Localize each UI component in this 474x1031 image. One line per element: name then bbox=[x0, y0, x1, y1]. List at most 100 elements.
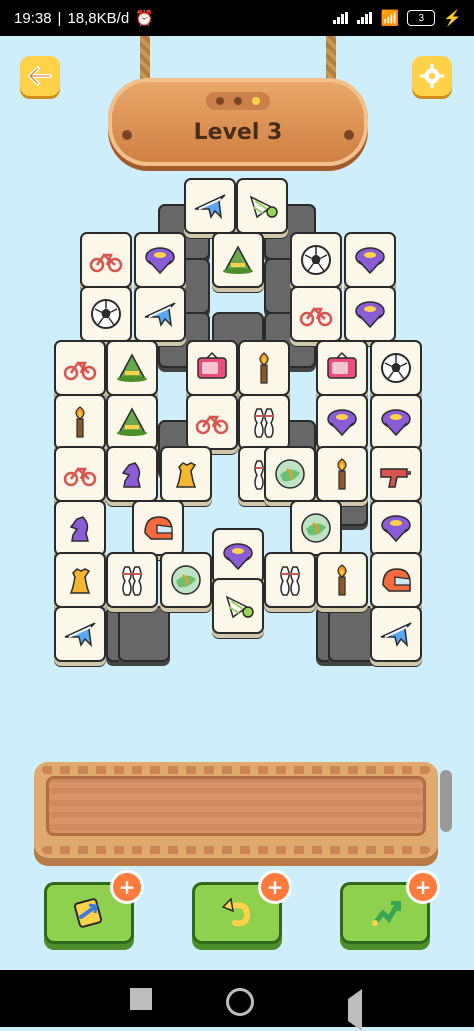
marble-icon bbox=[301, 513, 331, 543]
undo-button[interactable]: + bbox=[192, 870, 292, 944]
bicycle-icon bbox=[63, 361, 97, 381]
tile-toy-gun[interactable] bbox=[370, 446, 422, 502]
witch-hat-icon bbox=[117, 353, 147, 382]
game-board: Level 3 + + + bbox=[0, 36, 474, 970]
match-tray bbox=[34, 762, 438, 858]
tile-bicycle[interactable] bbox=[54, 340, 106, 396]
chess-knight-icon bbox=[69, 516, 89, 542]
shuttlecock-icon bbox=[249, 195, 278, 219]
airplane-icon bbox=[194, 194, 226, 220]
level-sign: Level 3 bbox=[108, 78, 368, 166]
settings-button[interactable] bbox=[412, 56, 452, 96]
bicycle-icon bbox=[63, 467, 97, 487]
tile-witch-hat[interactable] bbox=[106, 394, 158, 450]
bowling-icon bbox=[122, 566, 142, 596]
spinning-top-icon bbox=[355, 301, 385, 329]
witch-hat-icon bbox=[223, 245, 253, 274]
back-button[interactable] bbox=[20, 56, 60, 96]
spinning-top-icon bbox=[355, 247, 385, 275]
add-shuffle-badge[interactable]: + bbox=[110, 870, 144, 904]
undo-icon bbox=[221, 897, 251, 927]
spinning-top-icon bbox=[327, 409, 357, 437]
level-progress-dots bbox=[206, 92, 270, 110]
tile-chess-rook[interactable] bbox=[54, 552, 106, 608]
add-hint-badge[interactable]: + bbox=[406, 870, 440, 904]
chess-rook-icon bbox=[175, 462, 197, 488]
tile-spinning-top[interactable] bbox=[370, 394, 422, 450]
status-time: 19:38 bbox=[14, 9, 52, 27]
soccer-ball-icon bbox=[381, 353, 411, 383]
torch-icon bbox=[337, 564, 347, 596]
tile-airplane[interactable] bbox=[134, 286, 186, 342]
tile-television[interactable] bbox=[186, 340, 238, 396]
shuttlecock-icon bbox=[225, 595, 254, 619]
tile-witch-hat[interactable] bbox=[212, 232, 264, 288]
chess-knight-icon bbox=[121, 462, 141, 488]
hint-icon bbox=[372, 901, 401, 926]
tile-television[interactable] bbox=[316, 340, 368, 396]
tile-torch[interactable] bbox=[238, 340, 290, 396]
chess-rook-icon bbox=[69, 568, 91, 594]
tile-torch[interactable] bbox=[316, 446, 368, 502]
tile-chess-rook[interactable] bbox=[160, 446, 212, 502]
tile-soccer-ball[interactable] bbox=[290, 232, 342, 288]
airplane-icon bbox=[380, 622, 412, 648]
battery-level: 3 bbox=[418, 12, 425, 24]
tile-torch[interactable] bbox=[54, 394, 106, 450]
home-button[interactable] bbox=[226, 988, 254, 1016]
back-nav-button[interactable] bbox=[326, 989, 362, 1031]
tile-torch[interactable] bbox=[316, 552, 368, 608]
charging-icon: ⚡ bbox=[443, 10, 462, 27]
tile-soccer-ball[interactable] bbox=[370, 340, 422, 396]
tile-witch-hat[interactable] bbox=[106, 340, 158, 396]
gear-icon bbox=[420, 64, 444, 88]
tile-bicycle[interactable] bbox=[290, 286, 342, 342]
tile-chess-knight[interactable] bbox=[54, 500, 106, 556]
television-icon bbox=[327, 351, 357, 379]
shuffle-button[interactable]: + bbox=[44, 870, 144, 944]
alarm-icon: ⏰ bbox=[135, 10, 154, 27]
tile-chess-knight[interactable] bbox=[106, 446, 158, 502]
helmet-icon bbox=[144, 516, 173, 540]
bicycle-icon bbox=[299, 307, 333, 327]
tile-bowling[interactable] bbox=[106, 552, 158, 608]
tile-soccer-ball[interactable] bbox=[80, 286, 132, 342]
back-arrow-icon bbox=[28, 66, 52, 86]
system-nav-bar bbox=[0, 970, 474, 1031]
tile-spinning-top[interactable] bbox=[134, 232, 186, 288]
tile-spinning-top[interactable] bbox=[316, 394, 368, 450]
tile-spinning-top[interactable] bbox=[370, 500, 422, 556]
witch-hat-icon bbox=[117, 407, 147, 436]
add-undo-badge[interactable]: + bbox=[258, 870, 292, 904]
recents-button[interactable] bbox=[130, 988, 152, 1010]
spinning-top-icon bbox=[145, 247, 175, 275]
tray-stitch bbox=[42, 766, 430, 774]
tile-helmet[interactable] bbox=[370, 552, 422, 608]
signal-icon-2 bbox=[356, 12, 373, 24]
tile-airplane[interactable] bbox=[370, 606, 422, 662]
tray-slots bbox=[46, 776, 426, 836]
tile-airplane[interactable] bbox=[184, 178, 236, 234]
tile-bicycle[interactable] bbox=[54, 446, 106, 502]
tile-bowling[interactable] bbox=[264, 552, 316, 608]
tile-spinning-top[interactable] bbox=[344, 286, 396, 342]
tile-marble[interactable] bbox=[160, 552, 212, 608]
tile-marble[interactable] bbox=[290, 500, 342, 556]
tile-shuttlecock[interactable] bbox=[212, 578, 264, 634]
shuffle-icon bbox=[73, 898, 103, 928]
airplane-icon bbox=[64, 622, 96, 648]
airplane-icon bbox=[144, 302, 176, 328]
torch-icon bbox=[337, 458, 347, 490]
tile-shuttlecock[interactable] bbox=[236, 178, 288, 234]
tile-spinning-top[interactable] bbox=[344, 232, 396, 288]
tile-spinning-top[interactable] bbox=[212, 528, 264, 584]
tile-bowling[interactable] bbox=[238, 394, 290, 450]
tile-marble[interactable] bbox=[264, 446, 316, 502]
hint-button[interactable]: + bbox=[340, 870, 440, 944]
tile-airplane[interactable] bbox=[54, 606, 106, 662]
spinning-top-icon bbox=[381, 409, 411, 437]
status-bar: 19:38 | 18,8KB/d ⏰ 📶 3 ⚡ bbox=[0, 0, 474, 36]
tile-helmet[interactable] bbox=[132, 500, 184, 556]
tile-bicycle[interactable] bbox=[186, 394, 238, 450]
tile-bicycle[interactable] bbox=[80, 232, 132, 288]
